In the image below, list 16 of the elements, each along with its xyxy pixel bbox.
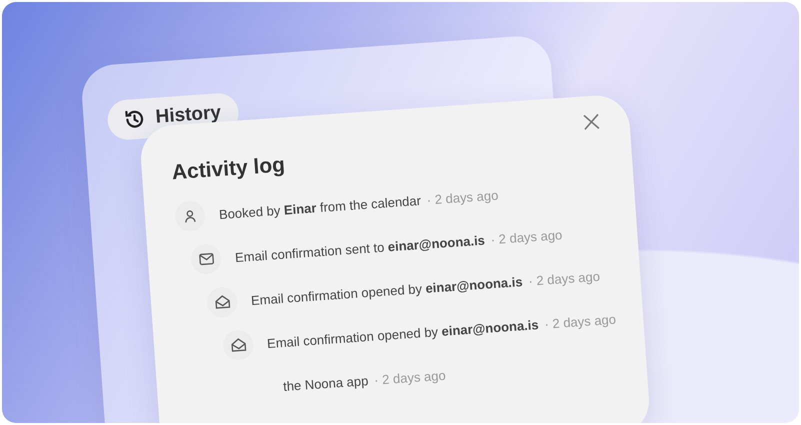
activity-time: · 2 days ago [544, 311, 616, 332]
open-envelope-icon [214, 294, 230, 310]
activity-time: · 2 days ago [374, 367, 446, 388]
activity-time: · 2 days ago [426, 187, 499, 208]
activity-text: the Noona app [282, 372, 369, 394]
activity-text: Booked by Einar from the calendar [218, 192, 422, 222]
activity-time: · 2 days ago [528, 268, 600, 288]
activity-time: · 2 days ago [490, 226, 563, 247]
activity-text: Email confirmation opened by einar@noona.is [266, 316, 540, 351]
activity-log-title: Activity log [171, 152, 287, 186]
person-icon [182, 208, 198, 224]
envelope-icon [198, 252, 214, 266]
open-envelope-icon [230, 338, 246, 353]
close-icon [582, 113, 600, 130]
activity-text: Email confirmation sent to einar@noona.is [234, 232, 486, 265]
activity-text: Email confirmation opened by einar@noona.is [250, 274, 523, 308]
